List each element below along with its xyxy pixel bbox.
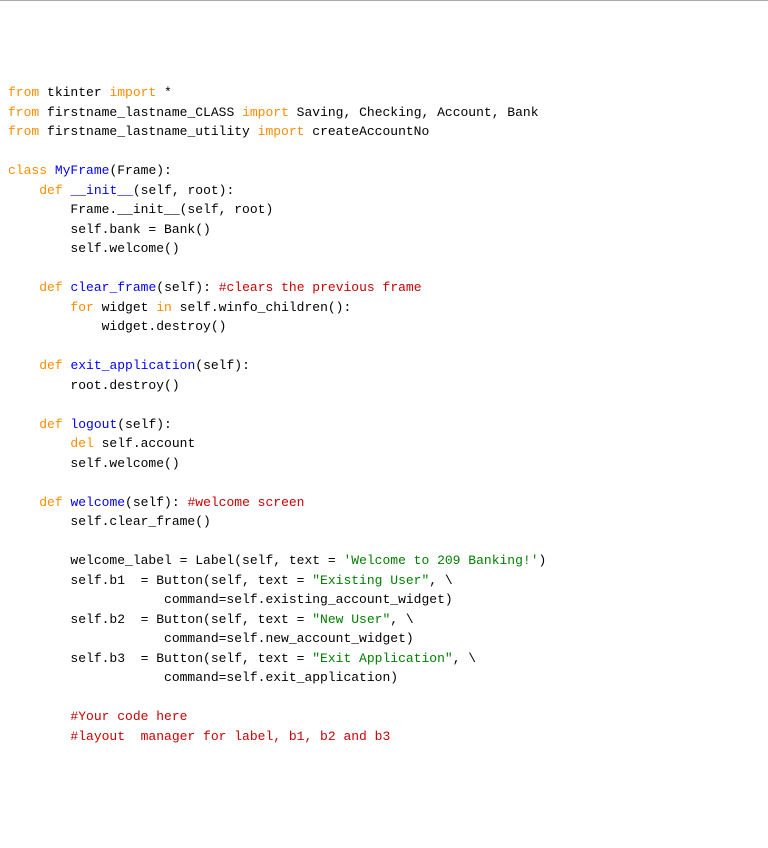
code-line: root.destroy() xyxy=(8,376,760,396)
blank-line xyxy=(8,473,760,493)
code-line: from firstname_lastname_CLASS import Sav… xyxy=(8,103,760,123)
function-name: __init__ xyxy=(70,183,132,198)
keyword-from: from xyxy=(8,85,39,100)
keyword-import: import xyxy=(109,85,156,100)
comment: #welcome screen xyxy=(187,495,304,510)
code-line: widget.destroy() xyxy=(8,317,760,337)
module-name: firstname_lastname_utility xyxy=(39,124,257,139)
code-line: class MyFrame(Frame): xyxy=(8,161,760,181)
code-line: self.welcome() xyxy=(8,454,760,474)
code-line: command=self.exit_application) xyxy=(8,668,760,688)
keyword-def: def xyxy=(39,183,62,198)
keyword-for: for xyxy=(70,300,93,315)
code-line: def logout(self): xyxy=(8,415,760,435)
keyword-from: from xyxy=(8,124,39,139)
module-name: tkinter xyxy=(39,85,109,100)
string-literal: "New User" xyxy=(312,612,390,627)
code-line: self.b2 = Button(self, text = "New User"… xyxy=(8,610,760,630)
import-target: * xyxy=(156,85,172,100)
comment: #clears the previous frame xyxy=(219,280,422,295)
code-line: Frame.__init__(self, root) xyxy=(8,200,760,220)
import-target: createAccountNo xyxy=(304,124,429,139)
blank-line xyxy=(8,142,760,162)
module-name: firstname_lastname_CLASS xyxy=(39,105,242,120)
code-line: def welcome(self): #welcome screen xyxy=(8,493,760,513)
keyword-del: del xyxy=(70,436,93,451)
code-line: self.clear_frame() xyxy=(8,512,760,532)
blank-line xyxy=(8,337,760,357)
blank-line xyxy=(8,395,760,415)
comment: #Your code here xyxy=(8,707,760,727)
code-line: command=self.existing_account_widget) xyxy=(8,590,760,610)
code-line: def __init__(self, root): xyxy=(8,181,760,201)
code-line: from firstname_lastname_utility import c… xyxy=(8,122,760,142)
keyword-import: import xyxy=(258,124,305,139)
string-literal: 'Welcome to 209 Banking!' xyxy=(343,553,538,568)
string-literal: "Exit Application" xyxy=(312,651,452,666)
keyword-class: class xyxy=(8,163,47,178)
code-line: from tkinter import * xyxy=(8,83,760,103)
code-line: self.b1 = Button(self, text = "Existing … xyxy=(8,571,760,591)
code-line: self.welcome() xyxy=(8,239,760,259)
code-line: def clear_frame(self): #clears the previ… xyxy=(8,278,760,298)
function-name: clear_frame xyxy=(70,280,156,295)
code-line: self.b3 = Button(self, text = "Exit Appl… xyxy=(8,649,760,669)
keyword-import: import xyxy=(242,105,289,120)
blank-line xyxy=(8,688,760,708)
keyword-from: from xyxy=(8,105,39,120)
keyword-def: def xyxy=(39,358,62,373)
blank-line xyxy=(8,259,760,279)
code-line: welcome_label = Label(self, text = 'Welc… xyxy=(8,551,760,571)
code-line: def exit_application(self): xyxy=(8,356,760,376)
class-name: MyFrame xyxy=(55,163,110,178)
keyword-def: def xyxy=(39,280,62,295)
comment: #layout manager for label, b1, b2 and b3 xyxy=(8,727,760,747)
code-line: del self.account xyxy=(8,434,760,454)
function-name: exit_application xyxy=(70,358,195,373)
code-line: for widget in self.winfo_children(): xyxy=(8,298,760,318)
code-line: command=self.new_account_widget) xyxy=(8,629,760,649)
function-name: welcome xyxy=(70,495,125,510)
keyword-in: in xyxy=(156,300,172,315)
keyword-def: def xyxy=(39,417,62,432)
string-literal: "Existing User" xyxy=(312,573,429,588)
keyword-def: def xyxy=(39,495,62,510)
function-name: logout xyxy=(70,417,117,432)
code-block: from tkinter import *from firstname_last… xyxy=(8,83,760,746)
import-target: Saving, Checking, Account, Bank xyxy=(289,105,539,120)
code-line: self.bank = Bank() xyxy=(8,220,760,240)
blank-line xyxy=(8,532,760,552)
